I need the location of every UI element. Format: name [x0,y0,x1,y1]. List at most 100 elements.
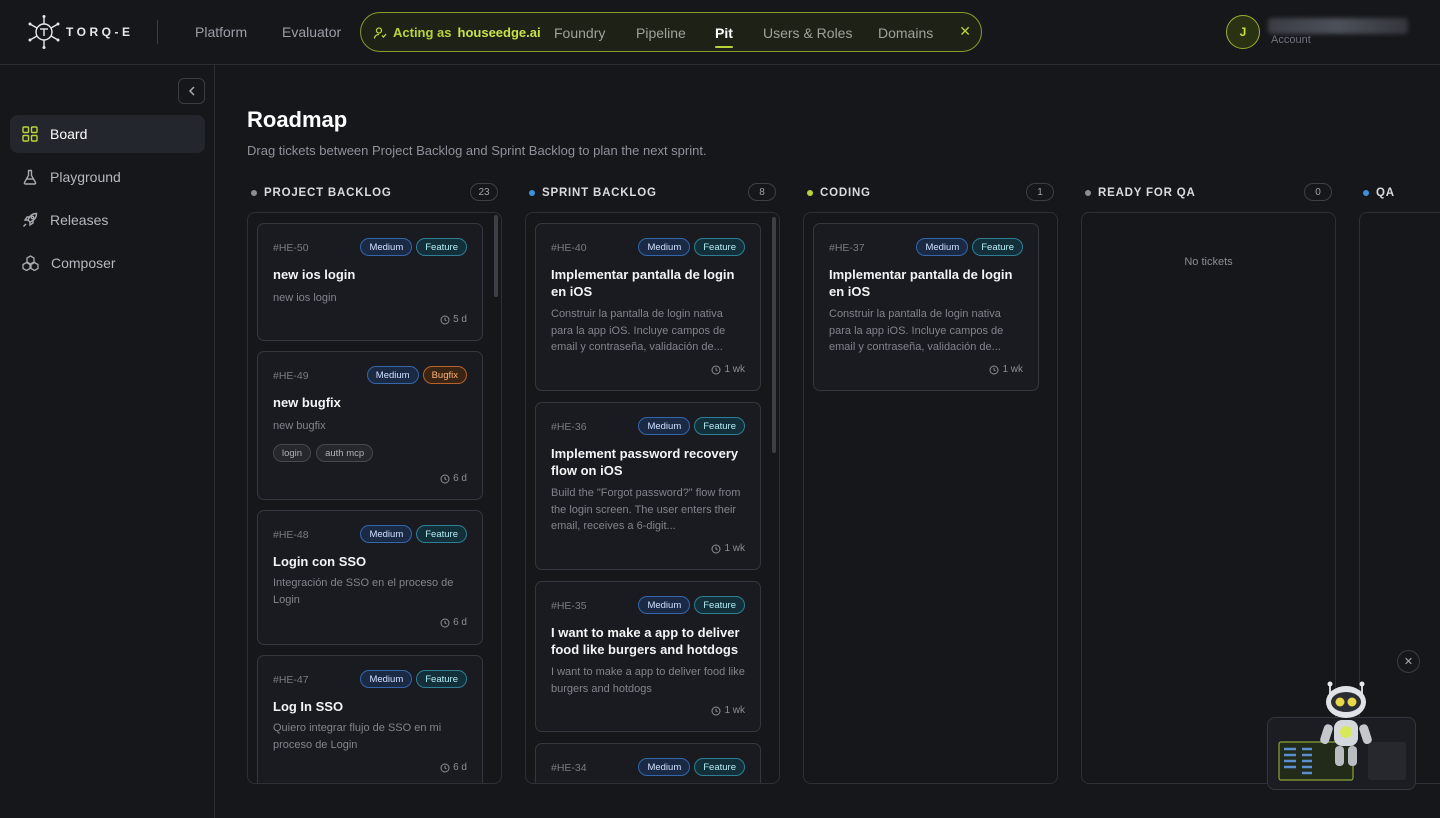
ticket-card[interactable]: #HE-49 Medium Bugfix new bugfix new bugf… [257,351,483,500]
ticket-label[interactable]: auth mcp [316,444,374,462]
ticket-card[interactable]: #HE-48 Medium Feature Login con SSO Inte… [257,510,483,645]
ticket-tags: Medium Feature [638,758,745,776]
sidebar: Board Playground Releases Composer [0,65,215,818]
ticket-age: 5 d [440,314,467,325]
collapse-sidebar-button[interactable] [178,78,205,104]
exit-acting-close-icon[interactable]: ✕ [959,23,971,40]
acting-as-indicator: Acting as houseedge.ai [373,25,541,40]
page-subtitle: Drag tickets between Project Backlog and… [247,143,707,158]
ticket-id: #HE-34 [551,762,587,774]
ticket-tags: Medium Bugfix [366,366,467,384]
tab-pipeline[interactable]: Pipeline [636,25,686,41]
column-header-project-backlog: PROJECT BACKLOG 23 [251,183,498,202]
ticket-description: I want to make a app to deliver food lik… [551,666,745,695]
ticket-card[interactable]: #HE-40 Medium Feature Implementar pantal… [535,223,761,391]
priority-badge: Medium [360,525,413,543]
brand-logo[interactable]: TORQ-E [28,15,133,49]
ticket-age-text: 6 d [453,617,467,628]
type-badge: Feature [972,238,1023,256]
type-badge: Feature [416,525,467,543]
tab-users-roles[interactable]: Users & Roles [763,25,852,41]
ticket-card[interactable]: #HE-50 Medium Feature new ios login new … [257,223,483,341]
ticket-age: 6 d [440,473,467,484]
column-ready-for-qa[interactable]: No tickets [1081,212,1336,784]
column-sprint-backlog[interactable]: #HE-40 Medium Feature Implementar pantal… [525,212,780,784]
column-count-badge: 8 [748,183,776,201]
column-header-qa: QA [1363,184,1423,202]
ticket-title: Implementar pantalla de login en iOS [829,267,1013,299]
ticket-description: new ios login [273,292,337,304]
type-badge: Feature [416,238,467,256]
priority-badge: Medium [638,238,691,256]
ticket-age-text: 1 wk [1002,364,1023,375]
clock-icon [440,474,450,483]
sidebar-item-releases[interactable]: Releases [10,201,205,239]
brand-name: TORQ-E [66,25,134,39]
column-title: CODING [820,187,871,199]
type-badge: Feature [694,417,745,435]
top-bar: TORQ-E Platform Evaluator Acting as hous… [0,0,1440,65]
nav-evaluator[interactable]: Evaluator [282,24,341,40]
ticket-id: #HE-35 [551,600,587,612]
ticket-labels: login auth mcp [273,444,374,462]
ticket-age: 6 d [440,617,467,628]
acting-as-bar: Acting as houseedge.ai Foundry Pipeline … [360,12,982,52]
type-badge: Feature [694,596,745,614]
ticket-card[interactable]: #HE-34 Medium Feature [535,743,761,783]
clock-icon [711,365,721,374]
priority-badge: Medium [638,758,691,776]
ticket-title: Implement password recovery flow on iOS [551,446,739,478]
clock-icon [989,365,999,374]
ticket-description: Build the "Forgot password?" flow from t… [551,487,741,532]
status-dot [807,190,813,196]
column-count-badge: 23 [470,183,498,201]
status-dot [1363,190,1369,196]
ticket-card[interactable]: #HE-47 Medium Feature Log In SSO Quiero … [257,655,483,783]
ticket-age-text: 5 d [453,314,467,325]
ticket-card[interactable]: #HE-37 Medium Feature Implementar pantal… [813,223,1039,391]
ticket-tags: Medium Feature [638,417,745,435]
tab-foundry[interactable]: Foundry [554,25,605,41]
user-avatar[interactable]: J [1226,15,1260,49]
page-title: Roadmap [247,107,348,132]
column-coding[interactable]: #HE-37 Medium Feature Implementar pantal… [803,212,1058,784]
column-header-coding: CODING 1 [807,183,1054,202]
sidebar-item-board[interactable]: Board [10,115,205,153]
scrollbar[interactable] [494,215,498,297]
sidebar-item-composer[interactable]: Composer [10,244,205,282]
acting-as-label: Acting as [393,25,452,40]
column-count-badge: 1 [1026,183,1054,201]
scrollbar[interactable] [772,217,776,453]
sidebar-item-label: Releases [50,212,109,228]
ticket-description: new bugfix [273,420,326,432]
acting-as-org: houseedge.ai [457,25,541,40]
ticket-age: 1 wk [711,543,745,554]
ticket-age-text: 1 wk [724,364,745,375]
ticket-age-text: 1 wk [724,543,745,554]
ticket-id: #HE-48 [273,529,309,541]
tab-pit[interactable]: Pit [715,25,733,48]
sidebar-item-label: Board [50,126,88,142]
ticket-age: 1 wk [711,364,745,375]
column-project-backlog[interactable]: #HE-50 Medium Feature new ios login new … [247,212,502,784]
nav-platform[interactable]: Platform [195,24,247,40]
rocket-icon [23,212,38,227]
sidebar-item-playground[interactable]: Playground [10,158,205,196]
ticket-tags: Medium Feature [360,525,467,543]
ticket-id: #HE-47 [273,674,309,686]
ticket-label[interactable]: login [273,444,312,462]
ticket-card[interactable]: #HE-35 Medium Feature I want to make a a… [535,581,761,732]
ticket-age-text: 1 wk [724,705,745,716]
ticket-id: #HE-37 [829,242,865,254]
ticket-id: #HE-50 [273,242,309,254]
ticket-card[interactable]: #HE-36 Medium Feature Implement password… [535,402,761,570]
sidebar-item-label: Composer [51,255,116,271]
priority-badge: Medium [638,596,691,614]
column-title: READY FOR QA [1098,187,1196,199]
robot-assistant-icon[interactable] [1310,680,1382,774]
ticket-tags: Medium Feature [916,238,1023,256]
ticket-id: #HE-49 [273,370,309,382]
close-assistant-icon[interactable]: ✕ [1397,650,1420,673]
ticket-tags: Medium Feature [638,238,745,256]
tab-domains[interactable]: Domains [878,25,933,41]
